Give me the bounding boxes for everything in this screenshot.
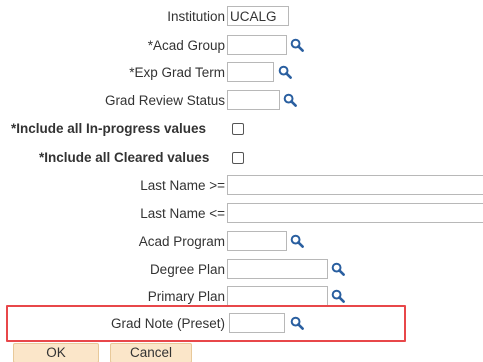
primary-plan-label: Primary Plan: [147, 289, 225, 304]
acad-group-input[interactable]: [227, 35, 287, 55]
grad-review-status-label: Grad Review Status: [104, 93, 225, 108]
exp-grad-term-lookup-icon[interactable]: [278, 65, 292, 79]
degree-plan-lookup-icon[interactable]: [331, 262, 345, 276]
institution-input[interactable]: [227, 6, 289, 26]
last-name-ge-label: Last Name >=: [140, 178, 225, 193]
highlight-annotation-box: [6, 305, 406, 342]
grad-review-status-lookup-icon[interactable]: [283, 93, 297, 107]
degree-plan-input[interactable]: [227, 259, 328, 279]
last-name-le-label: Last Name <=: [140, 206, 225, 221]
institution-label: Institution: [167, 9, 225, 24]
include-in-progress-checkbox[interactable]: [232, 123, 244, 135]
cancel-button[interactable]: Cancel: [110, 343, 192, 362]
degree-plan-label: Degree Plan: [149, 262, 225, 277]
primary-plan-input[interactable]: [227, 286, 328, 306]
primary-plan-lookup-icon[interactable]: [331, 289, 345, 303]
search-criteria-page: Institution *Acad Group *Exp Grad Term G…: [0, 0, 483, 362]
acad-program-label: Acad Program: [138, 234, 225, 249]
ok-button[interactable]: OK: [13, 343, 99, 362]
acad-program-input[interactable]: [227, 231, 287, 251]
last-name-le-input[interactable]: [227, 203, 483, 223]
acad-program-lookup-icon[interactable]: [290, 234, 304, 248]
exp-grad-term-input[interactable]: [227, 62, 274, 82]
exp-grad-term-label: *Exp Grad Term: [129, 65, 225, 80]
include-cleared-checkbox[interactable]: [232, 152, 244, 164]
acad-group-lookup-icon[interactable]: [290, 38, 304, 52]
grad-review-status-input[interactable]: [227, 90, 280, 110]
last-name-ge-input[interactable]: [227, 175, 483, 195]
include-in-progress-label: *Include all In-progress values: [11, 121, 207, 136]
acad-group-label: *Acad Group: [147, 38, 225, 53]
include-cleared-label: *Include all Cleared values: [39, 150, 210, 165]
